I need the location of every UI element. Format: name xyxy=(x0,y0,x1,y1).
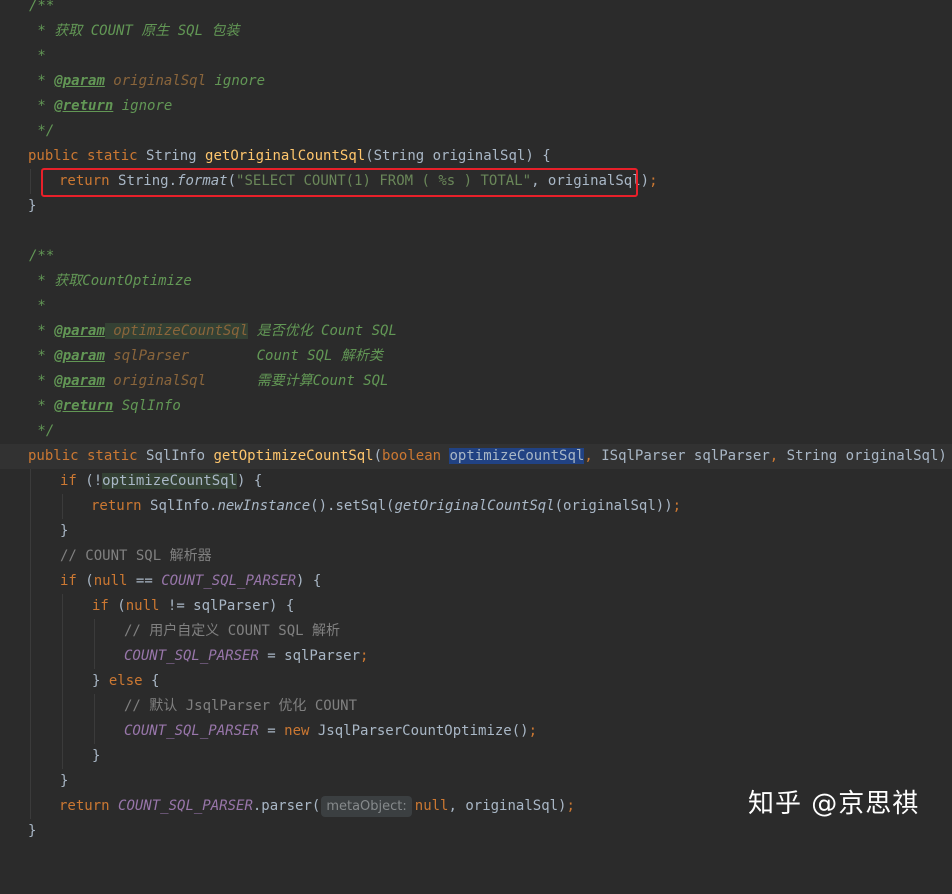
code-line: */ xyxy=(29,423,55,439)
watermark: 知乎 @京思祺 xyxy=(748,789,920,819)
parameter-hint: metaObject: xyxy=(321,795,412,817)
code-line: * @param sqlParser Count SQL 解析类 xyxy=(29,348,383,364)
javadoc-param-tag: @param xyxy=(54,348,105,364)
code-line: * @return ignore xyxy=(29,98,173,114)
method-name: getOptimizeCountSql xyxy=(213,448,374,464)
method-name: getOriginalCountSql xyxy=(205,148,366,164)
javadoc-param-tag: @param xyxy=(54,323,105,339)
code-line: // 默认 JsqlParser 优化 COUNT xyxy=(0,694,952,719)
javadoc-param-tag: @param xyxy=(54,73,105,89)
code-line: COUNT_SQL_PARSER = sqlParser; xyxy=(0,644,952,669)
javadoc-return-tag: @return xyxy=(54,98,114,114)
code-line: return SqlInfo.newInstance().setSql(getO… xyxy=(0,494,952,519)
highlight-box xyxy=(41,168,638,197)
code-line: // COUNT SQL 解析器 xyxy=(0,544,952,569)
javadoc-param-tag: @param xyxy=(54,373,105,389)
code-line: * 获取CountOptimize xyxy=(29,273,192,289)
code-line: * xyxy=(29,48,46,64)
code-line: * @return SqlInfo xyxy=(29,398,181,414)
code-line: } xyxy=(0,744,952,769)
javadoc-return-tag: @return xyxy=(54,398,114,414)
code-line: * @param originalSql 需要计算Count SQL xyxy=(29,373,389,389)
usage-highlight: optimizeCountSql xyxy=(102,473,238,489)
code-editor[interactable]: /** * 获取 COUNT 原生 SQL 包装 * * @param orig… xyxy=(0,0,952,842)
code-line: if (!optimizeCountSql) { xyxy=(0,469,952,494)
code-line: /** xyxy=(29,248,55,264)
code-line: } xyxy=(28,823,37,839)
code-line: * 获取 COUNT 原生 SQL 包装 xyxy=(29,23,240,39)
code-line-current: public static SqlInfo getOptimizeCountSq… xyxy=(0,444,952,469)
code-line: /** xyxy=(29,0,55,14)
selected-identifier[interactable]: optimizeCountSql xyxy=(449,448,585,464)
code-line: COUNT_SQL_PARSER = new JsqlParserCountOp… xyxy=(0,719,952,744)
code-line: } else { xyxy=(0,669,952,694)
code-line: } xyxy=(28,198,37,214)
code-line: * @param optimizeCountSql 是否优化 Count SQL xyxy=(29,323,397,339)
code-line: public static String getOriginalCountSql… xyxy=(28,148,551,164)
code-line: // 用户自定义 COUNT SQL 解析 xyxy=(0,619,952,644)
code-line: if (null == COUNT_SQL_PARSER) { xyxy=(0,569,952,594)
code-line: * xyxy=(29,298,46,314)
code-line: */ xyxy=(29,123,55,139)
code-line: } xyxy=(0,519,952,544)
code-line: * @param originalSql ignore xyxy=(29,73,266,89)
code-line: if (null != sqlParser) { xyxy=(0,594,952,619)
